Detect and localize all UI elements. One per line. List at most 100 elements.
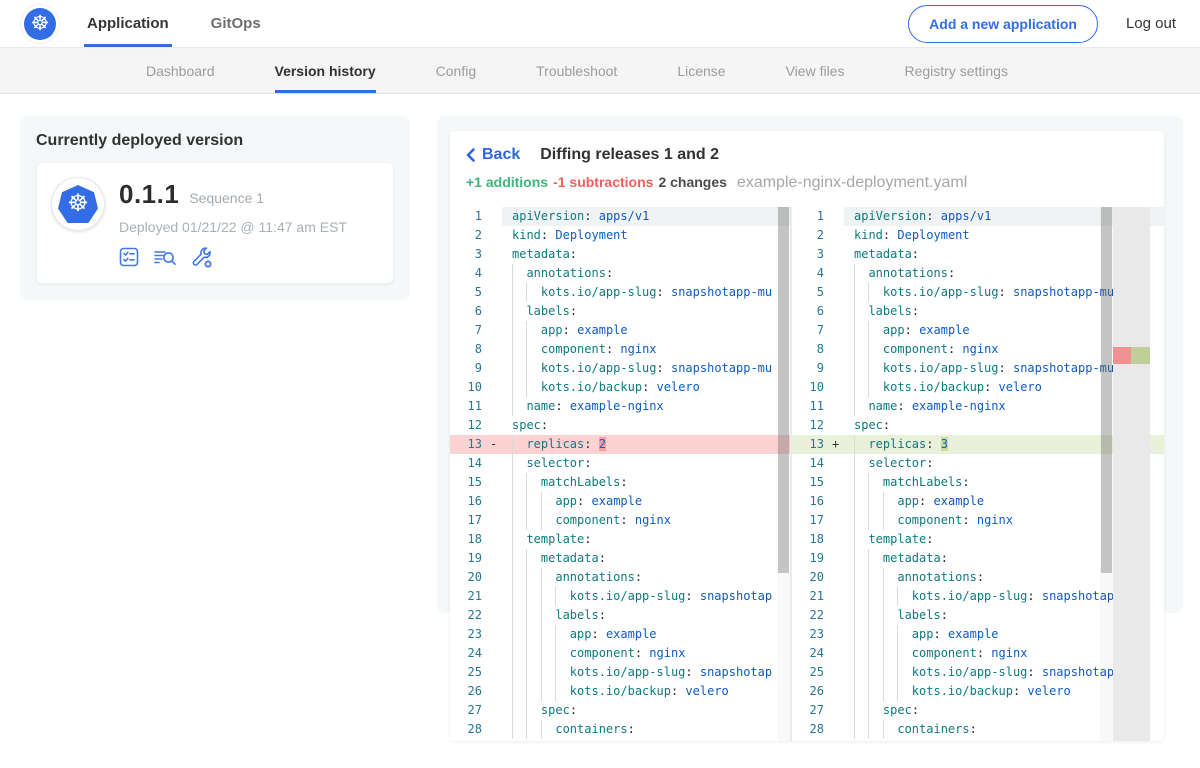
indent-guide [526, 701, 527, 720]
line-number: 10 [792, 378, 832, 397]
version-number: 0.1.1 [119, 179, 179, 210]
tab-view-files[interactable]: View files [786, 48, 845, 93]
logout-link[interactable]: Log out [1126, 15, 1176, 32]
diff-sign [832, 264, 844, 283]
diff-sign [832, 207, 844, 226]
line-number: 24 [450, 644, 490, 663]
indent-guide [854, 720, 855, 739]
tab-registry-settings[interactable]: Registry settings [904, 48, 1007, 93]
indent-guide [854, 473, 855, 492]
sequence-label: Sequence 1 [189, 190, 264, 206]
tab-gitops[interactable]: GitOps [208, 0, 264, 47]
diff-sign [832, 720, 844, 739]
indent-guide [526, 492, 527, 511]
indent-guide [897, 587, 898, 606]
indent-guide [868, 340, 869, 359]
tab-license[interactable]: License [677, 48, 725, 93]
diff-sign [490, 720, 502, 739]
diff-title: Diffing releases 1 and 2 [540, 146, 719, 164]
code-line: 14 selector: [450, 454, 790, 473]
indent-guide [512, 454, 513, 473]
code-line: 19 metadata: [450, 549, 790, 568]
indent-guide [512, 682, 513, 701]
indent-guide [526, 511, 527, 530]
view-deploy-logs-icon[interactable] [152, 245, 178, 269]
indent-guide [512, 625, 513, 644]
indent-guide [868, 663, 869, 682]
indent-guide [897, 682, 898, 701]
line-number: 9 [792, 359, 832, 378]
diff-sign [832, 663, 844, 682]
diff-sign [490, 340, 502, 359]
line-number: 2 [792, 226, 832, 245]
indent-guide [526, 587, 527, 606]
line-number: 16 [450, 492, 490, 511]
line-number: 1 [792, 207, 832, 226]
edit-config-icon[interactable] [189, 245, 215, 269]
line-number: 26 [450, 682, 490, 701]
line-number: 18 [450, 530, 490, 549]
indent-guide [854, 492, 855, 511]
scrollbar-thumb[interactable] [778, 207, 789, 573]
indent-guide [854, 606, 855, 625]
line-number: 14 [792, 454, 832, 473]
diff-sign [832, 644, 844, 663]
diff-sign [832, 492, 844, 511]
diff-sign [832, 302, 844, 321]
indent-guide [512, 663, 513, 682]
line-number: 28 [450, 720, 490, 739]
line-number: 12 [792, 416, 832, 435]
line-number: 11 [450, 397, 490, 416]
line-number: 8 [792, 340, 832, 359]
tab-config[interactable]: Config [436, 48, 476, 93]
indent-guide [854, 549, 855, 568]
line-number: 5 [450, 283, 490, 302]
diff-sign [832, 226, 844, 245]
scrollbar-left[interactable] [777, 207, 790, 741]
kubernetes-logo-icon: ☸ [58, 185, 98, 223]
diff-sign [490, 359, 502, 378]
code-line: 17 component: nginx [450, 511, 790, 530]
tab-version-history[interactable]: Version history [275, 48, 376, 93]
diff-sign [490, 416, 502, 435]
indent-guide [868, 321, 869, 340]
indent-guide [526, 340, 527, 359]
indent-guide [512, 587, 513, 606]
indent-guide [854, 511, 855, 530]
indent-guide [541, 606, 542, 625]
line-number: 22 [792, 606, 832, 625]
tab-dashboard[interactable]: Dashboard [146, 48, 215, 93]
diff-sign [832, 454, 844, 473]
add-new-application-button[interactable]: Add a new application [908, 5, 1098, 43]
preflight-checks-icon[interactable] [117, 245, 141, 269]
tab-application[interactable]: Application [84, 0, 172, 47]
diff-sign [832, 568, 844, 587]
line-number: 23 [792, 625, 832, 644]
diff-pane-modified: 1apiVersion: apps/v12kind: Deployment3me… [790, 207, 1164, 741]
code-line: 23 app: example [450, 625, 790, 644]
indent-guide [526, 720, 527, 739]
scrollbar-thumb[interactable] [1101, 207, 1112, 573]
line-number: 6 [450, 302, 490, 321]
diff-sign [832, 587, 844, 606]
indent-guide [512, 359, 513, 378]
line-number: 8 [450, 340, 490, 359]
indent-guide [854, 568, 855, 587]
diff-sign [832, 340, 844, 359]
indent-guide [526, 606, 527, 625]
scrollbar-right[interactable] [1100, 207, 1113, 741]
indent-guide [526, 663, 527, 682]
diff-sign [832, 378, 844, 397]
code-line: 20 annotations: [450, 568, 790, 587]
indent-guide [883, 511, 884, 530]
diff-filename: example-nginx-deployment.yaml [737, 174, 967, 192]
indent-guide [854, 530, 855, 549]
indent-guide [541, 720, 542, 739]
diff-sign [490, 663, 502, 682]
tab-troubleshoot[interactable]: Troubleshoot [536, 48, 617, 93]
diff-sign [490, 530, 502, 549]
code-line: 26 kots.io/backup: velero [450, 682, 790, 701]
back-button[interactable]: Back [466, 146, 520, 164]
indent-guide [883, 568, 884, 587]
line-number: 21 [450, 587, 490, 606]
